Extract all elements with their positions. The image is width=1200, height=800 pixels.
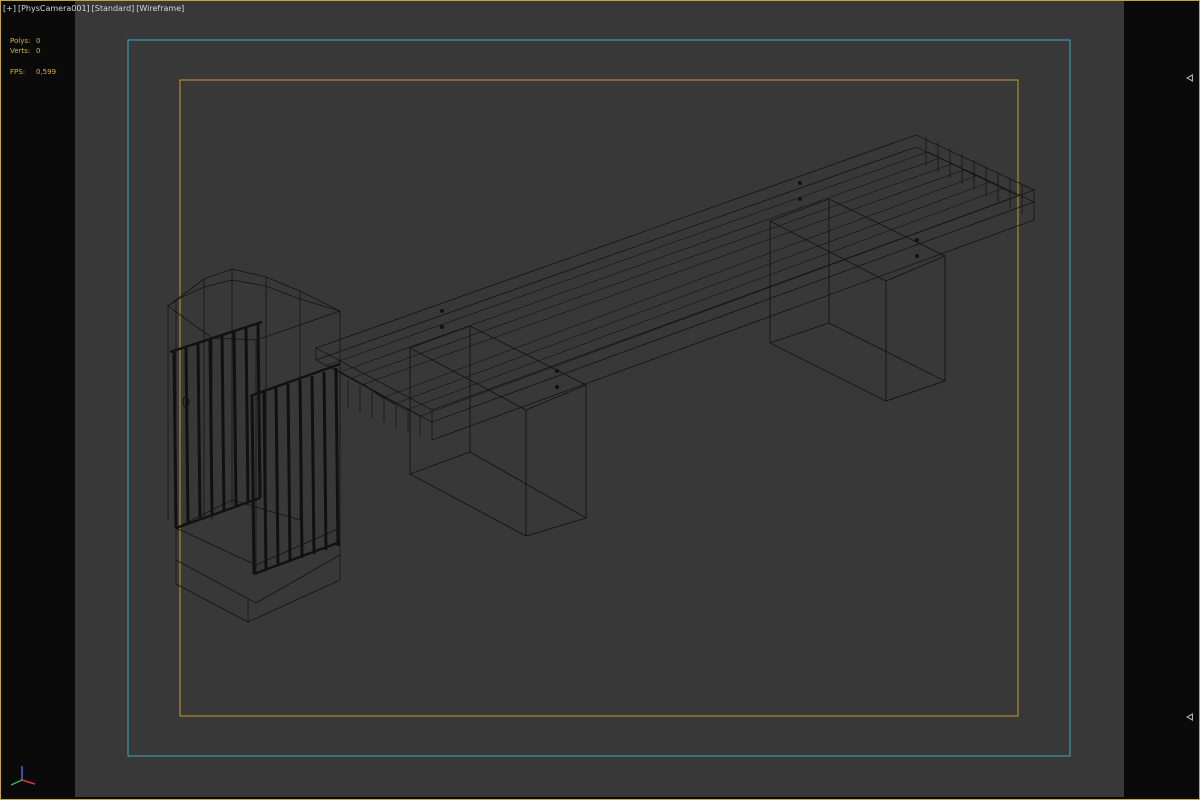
viewport-mode-button[interactable]: [Wireframe] — [136, 3, 184, 15]
xyz-axis-icon — [10, 766, 36, 786]
viewport-camera-button[interactable]: [PhysCamera001] — [18, 3, 90, 15]
safe-frame-outer — [127, 39, 1071, 757]
stat-verts-label: Verts: — [10, 47, 31, 55]
stat-fps-value: 0,599 — [36, 68, 57, 76]
viewport-scene[interactable] — [0, 0, 1200, 800]
viewport-label: [+] [PhysCamera001] [Standard] [Wirefram… — [3, 3, 184, 15]
triangle-left-icon[interactable] — [1186, 74, 1193, 82]
bench-pivot-markers — [440, 181, 919, 389]
stat-verts-value: 0 — [36, 47, 41, 55]
viewport-menu-button[interactable]: [+] — [3, 3, 16, 15]
stat-fps: FPS: 0,599 — [10, 67, 56, 77]
stat-polys-label: Polys: — [10, 37, 31, 45]
bench-seat-wireframe — [315, 134, 1036, 441]
trash-bin-bars-left — [169, 320, 263, 530]
stat-fps-label: FPS: — [10, 68, 26, 76]
viewport-shading-button[interactable]: [Standard] — [92, 3, 135, 15]
stat-polys: Polys: 0 — [10, 36, 56, 46]
stat-polys-value: 0 — [36, 37, 41, 45]
stat-verts: Verts: 0 — [10, 46, 56, 56]
viewport-statistics: Polys: 0 Verts: 0 FPS: 0,599 — [10, 36, 56, 77]
triangle-left-icon[interactable] — [1186, 713, 1193, 721]
trash-bin-bars-front — [249, 362, 341, 576]
bench-leg-left — [408, 325, 588, 537]
bench-leg-right — [768, 198, 947, 402]
safe-frame-inner — [179, 79, 1019, 717]
